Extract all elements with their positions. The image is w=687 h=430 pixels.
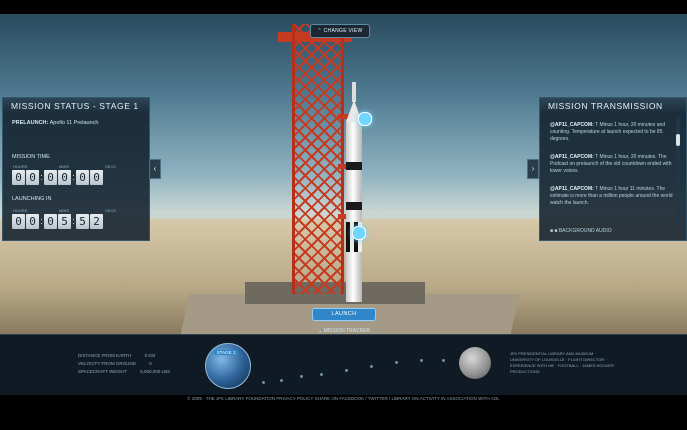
- mission-status-title: MISSION STATUS - STAGE 1: [3, 98, 149, 114]
- digit: 0: [12, 214, 25, 229]
- hotspot-marker-lower[interactable]: [352, 226, 366, 240]
- launch-tower: [292, 24, 344, 294]
- moon-icon[interactable]: [459, 347, 491, 379]
- stat-value: 0: [149, 361, 152, 366]
- weight-stat: SPACECRAFT WEIGHT 6,000,000 LBS: [78, 369, 170, 374]
- collapse-status-button[interactable]: ‹: [149, 159, 161, 179]
- mission-transmission-title: MISSION TRANSMISSION: [540, 98, 686, 114]
- separator: :: [72, 172, 75, 182]
- digit: 0: [44, 214, 57, 229]
- digit: 5: [58, 214, 71, 229]
- trajectory-dot: [345, 369, 348, 372]
- distance-stat: DISTANCE FROM EARTH 0 KM: [78, 353, 155, 358]
- background-audio-label: BACKGROUND AUDIO: [558, 228, 612, 234]
- rocket-band: [346, 202, 362, 210]
- trajectory-dot: [280, 379, 283, 382]
- chevron-right-icon: ›: [531, 164, 535, 173]
- mins-unit: MINS: [59, 208, 69, 213]
- rocket-band: [346, 162, 362, 170]
- digit: 0: [12, 170, 25, 185]
- stat-label: SPACECRAFT WEIGHT: [78, 369, 128, 374]
- trajectory-dot: [370, 365, 373, 368]
- app-window: ⌃ CHANGE VIEW MISSION STATUS - STAGE 1 P…: [0, 0, 687, 430]
- mission-tracker-bar: DISTANCE FROM EARTH 0 KM VELOCITY FROM G…: [0, 334, 687, 395]
- escape-tower: [352, 82, 356, 102]
- message-sender: @AP11_CAPCOM:: [550, 154, 594, 160]
- change-view-button[interactable]: ⌃ CHANGE VIEW: [310, 24, 370, 38]
- prelaunch-value: Apollo 11 Prelaunch: [49, 120, 99, 126]
- stat-value: 6,000,000 LBS: [140, 369, 171, 374]
- trajectory-dot: [262, 381, 265, 384]
- digit: 0: [26, 214, 39, 229]
- mins-unit: MINS: [59, 164, 69, 169]
- stat-label: VELOCITY FROM GROUND: [78, 361, 136, 366]
- background-audio-toggle[interactable]: ■ ■ BACKGROUND AUDIO: [550, 228, 612, 234]
- footer: © 2009 - THE JFK LIBRARY FOUNDATION PRIV…: [187, 396, 500, 401]
- trajectory-dot: [320, 373, 323, 376]
- mission-time-counter: 0 0 : 0 0 : 0 0: [12, 170, 103, 185]
- digit: 0: [76, 170, 89, 185]
- hotspot-marker-upper[interactable]: [358, 112, 372, 126]
- transmission-message: @AP11_CAPCOM: T Minus 1 hour 11 minutes.…: [550, 186, 674, 207]
- separator: :: [72, 216, 75, 226]
- digit: 0: [26, 170, 39, 185]
- launching-in-label: LAUNCHING IN: [12, 196, 52, 202]
- message-sender: @AP11_CAPCOM:: [550, 122, 594, 128]
- prelaunch-line: PRELAUNCH: Apollo 11 Prelaunch: [12, 120, 98, 126]
- trajectory-dot: [442, 359, 445, 362]
- credits-info: JFK PRESIDENTIAL LIBRARY AND MUSEUM · UN…: [510, 351, 614, 374]
- separator: :: [40, 216, 43, 226]
- mission-transmission-panel: MISSION TRANSMISSION @AP11_CAPCOM: T Min…: [539, 97, 687, 241]
- chevron-left-icon: ‹: [153, 164, 157, 173]
- secs-unit: SECS: [105, 208, 116, 213]
- secs-unit: SECS: [105, 164, 116, 169]
- trajectory-dot: [300, 375, 303, 378]
- transmission-message: @AP11_CAPCOM: T Minus 1 hour, 20 minutes…: [550, 154, 674, 175]
- digit: 5: [76, 214, 89, 229]
- audio-icon: ■ ■: [550, 228, 558, 234]
- rocket-body: [346, 122, 362, 302]
- launch-button[interactable]: LAUNCH: [312, 308, 376, 321]
- digit: 0: [44, 170, 57, 185]
- collapse-transmission-button[interactable]: ›: [527, 159, 539, 179]
- hours-unit: HOURS: [13, 208, 28, 213]
- stat-label: DISTANCE FROM EARTH: [78, 353, 132, 358]
- stat-value: 0 KM: [144, 353, 156, 358]
- stage-label: STAGE 1: [214, 350, 238, 355]
- separator: :: [40, 172, 43, 182]
- trajectory-dot: [420, 359, 423, 362]
- digit: 2: [90, 214, 103, 229]
- transmission-message: @AP11_CAPCOM: T Minus 1 hour, 20 minutes…: [550, 122, 674, 143]
- launch-countdown-counter: 0 0 : 0 5 : 5 2: [12, 214, 103, 229]
- prelaunch-label: PRELAUNCH:: [12, 120, 49, 126]
- digit: 0: [58, 170, 71, 185]
- digit: 0: [90, 170, 103, 185]
- message-sender: @AP11_CAPCOM:: [550, 186, 594, 192]
- hours-unit: HOURS: [13, 164, 28, 169]
- mission-status-panel: MISSION STATUS - STAGE 1 PRELAUNCH: Apol…: [2, 97, 150, 241]
- trajectory-dot: [395, 361, 398, 364]
- velocity-stat: VELOCITY FROM GROUND 0: [78, 361, 152, 366]
- mission-time-label: MISSION TIME: [12, 154, 50, 160]
- transmission-scroll-thumb[interactable]: [676, 134, 680, 146]
